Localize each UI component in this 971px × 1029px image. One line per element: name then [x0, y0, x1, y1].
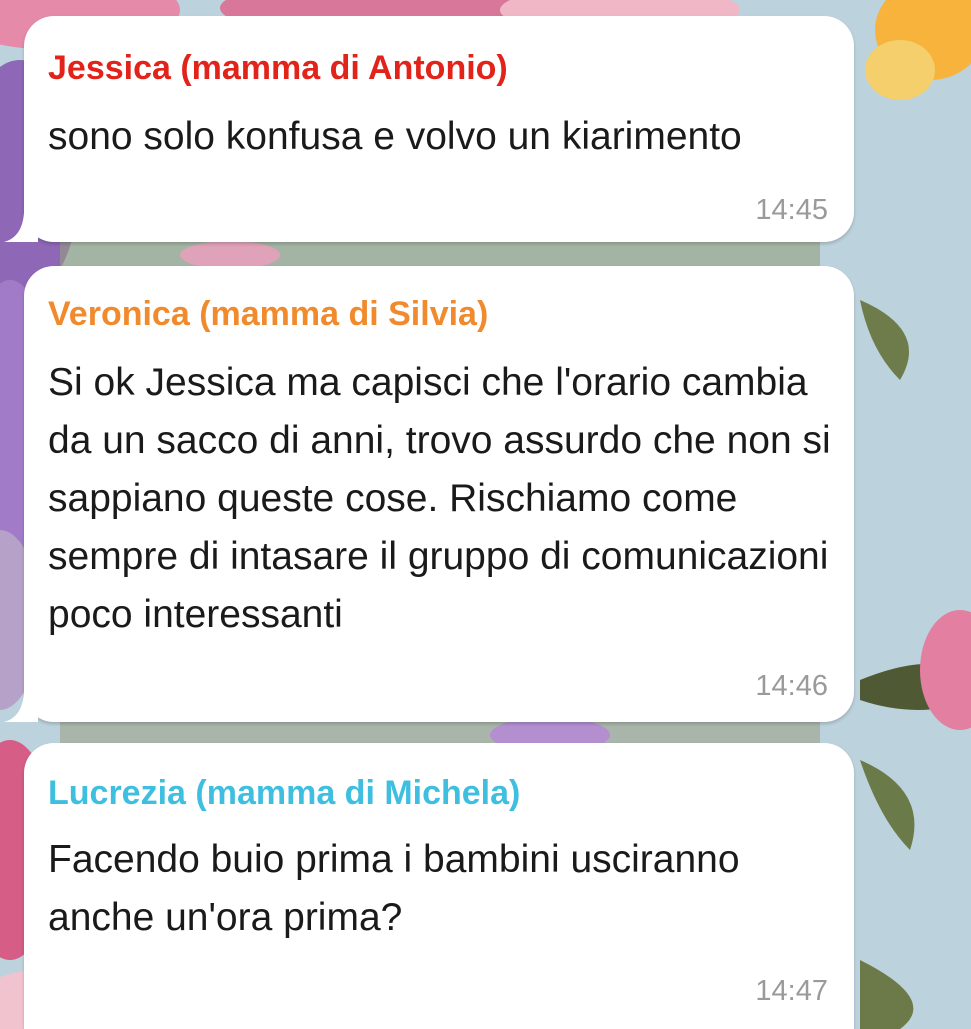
- chat-message-list[interactable]: Jessica (mamma di Antonio) sono solo kon…: [0, 0, 971, 1029]
- message-bubble[interactable]: Veronica (mamma di Silvia) Si ok Jessica…: [4, 266, 854, 722]
- message-text: sono solo konfusa e volvo un kiarimento: [48, 115, 742, 158]
- message-text: Si ok Jessica ma capisci che l'orario ca…: [48, 361, 831, 636]
- message-bubble[interactable]: Jessica (mamma di Antonio) sono solo kon…: [4, 16, 854, 242]
- message-text: Facendo buio prima i bambini usciranno a…: [48, 838, 740, 939]
- message-sender[interactable]: Lucrezia (mamma di Michela): [48, 773, 520, 813]
- message-sender[interactable]: Veronica (mamma di Silvia): [48, 294, 488, 334]
- message-time: 14:47: [755, 975, 828, 1007]
- message-time: 14:45: [755, 194, 828, 226]
- bubble-tail: [4, 202, 38, 242]
- message-sender[interactable]: Jessica (mamma di Antonio): [48, 48, 508, 88]
- message-bubble[interactable]: Lucrezia (mamma di Michela) Facendo buio…: [24, 743, 854, 1029]
- bubble-tail: [4, 682, 38, 722]
- message-time: 14:46: [755, 670, 828, 702]
